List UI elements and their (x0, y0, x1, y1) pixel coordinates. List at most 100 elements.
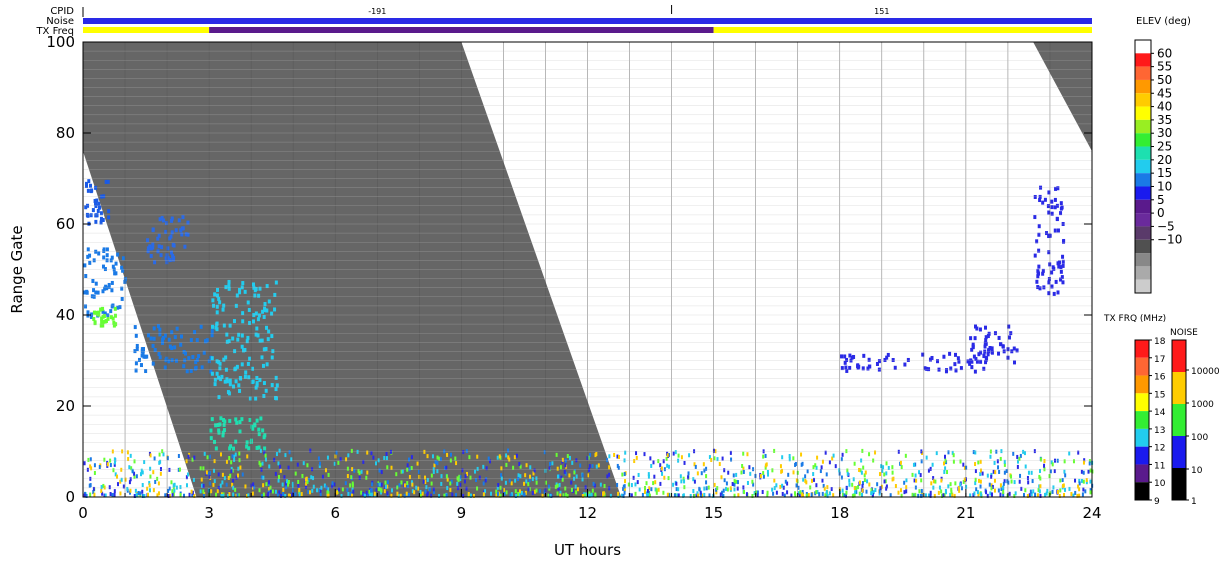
echo-cell (1035, 279, 1039, 284)
band-cell (1001, 485, 1004, 490)
echo-cell (265, 362, 269, 367)
band-cell (1033, 449, 1036, 454)
band-cell (751, 479, 754, 484)
echo-cell (211, 324, 215, 329)
band-cell (500, 473, 503, 478)
colorbar-label: 14 (1154, 408, 1166, 418)
band-cell (721, 456, 724, 461)
echo-cell (844, 365, 848, 370)
echo-cell (1057, 260, 1061, 265)
echo-cell (151, 228, 155, 233)
band-cell (497, 483, 500, 488)
band-cell (801, 461, 804, 466)
band-cell (636, 480, 639, 485)
band-cell (217, 472, 220, 477)
echo-cell (94, 204, 98, 209)
band-cell (821, 459, 824, 464)
echo-cell (990, 349, 994, 354)
band-cell (914, 473, 917, 478)
band-cell (1082, 470, 1085, 475)
band-cell (645, 481, 648, 486)
echo-cell (1053, 197, 1057, 202)
band-cell (802, 477, 805, 482)
band-cell (390, 488, 393, 493)
band-cell (575, 490, 578, 495)
band-cell (742, 469, 745, 474)
band-cell (771, 487, 774, 492)
band-cell (999, 456, 1002, 461)
echo-cell (227, 286, 231, 291)
echo-cell (214, 423, 218, 428)
band-cell (773, 478, 776, 483)
band-cell (517, 491, 520, 496)
echo-cell (152, 336, 156, 341)
echo-cell (146, 238, 150, 243)
band-cell (722, 488, 725, 493)
band-cell (949, 482, 952, 487)
band-cell (749, 471, 752, 476)
echo-cell (228, 382, 232, 387)
colorbar-cell (1135, 173, 1151, 187)
band-cell (588, 464, 591, 469)
band-cell (396, 485, 399, 490)
echo-cell (94, 219, 98, 224)
echo-cell (1050, 211, 1054, 216)
band-cell (1063, 493, 1066, 498)
echo-patch (966, 324, 1019, 365)
band-cell (705, 466, 708, 471)
band-cell (634, 491, 637, 496)
band-cell (595, 464, 598, 469)
band-cell (1019, 473, 1022, 478)
band-cell (989, 454, 992, 459)
colorbar-label: 0 (1157, 206, 1165, 220)
band-cell (857, 485, 860, 490)
band-cell (312, 484, 315, 489)
echo-cell (85, 181, 89, 186)
cpid-value: 151 (874, 7, 889, 16)
band-cell (594, 453, 597, 458)
band-cell (878, 472, 881, 477)
band-cell (271, 489, 274, 494)
band-cell (346, 466, 349, 471)
echo-cell (1038, 194, 1042, 199)
echo-cell (228, 418, 232, 423)
colorbar-label: 100 (1191, 433, 1208, 443)
band-cell (411, 482, 414, 487)
echo-cell (97, 251, 101, 256)
band-cell (246, 454, 249, 459)
band-cell (663, 475, 666, 480)
echo-cell (274, 375, 278, 380)
band-cell (487, 456, 490, 461)
band-cell (1043, 459, 1046, 464)
echo-cell (102, 314, 106, 319)
echo-cell (862, 353, 866, 358)
band-cell (170, 480, 173, 485)
band-cell (858, 467, 861, 472)
band-cell (732, 473, 735, 478)
echo-cell (1037, 264, 1041, 269)
band-cell (825, 472, 828, 477)
echo-cell (248, 320, 252, 325)
band-cell (897, 490, 900, 495)
echo-cell (227, 279, 231, 284)
echo-cell (263, 433, 267, 438)
colorbar-label: 25 (1157, 140, 1172, 154)
band-cell (366, 450, 369, 455)
echo-cell (89, 213, 93, 218)
noise-colorbar-title: NOISE (1170, 328, 1198, 338)
band-cell (557, 474, 560, 479)
colorbar-cell (1135, 411, 1149, 429)
colorbar-label: 10 (1157, 179, 1172, 193)
echo-cell (948, 351, 952, 356)
echo-cell (986, 352, 990, 357)
band-cell (1059, 478, 1062, 483)
echo-cell (220, 374, 224, 379)
band-cell (446, 452, 449, 457)
band-cell (149, 453, 152, 458)
band-cell (591, 488, 594, 493)
band-cell (570, 487, 573, 492)
band-cell (360, 490, 363, 495)
band-cell (267, 480, 270, 485)
band-cell (652, 460, 655, 465)
band-cell (113, 492, 116, 497)
